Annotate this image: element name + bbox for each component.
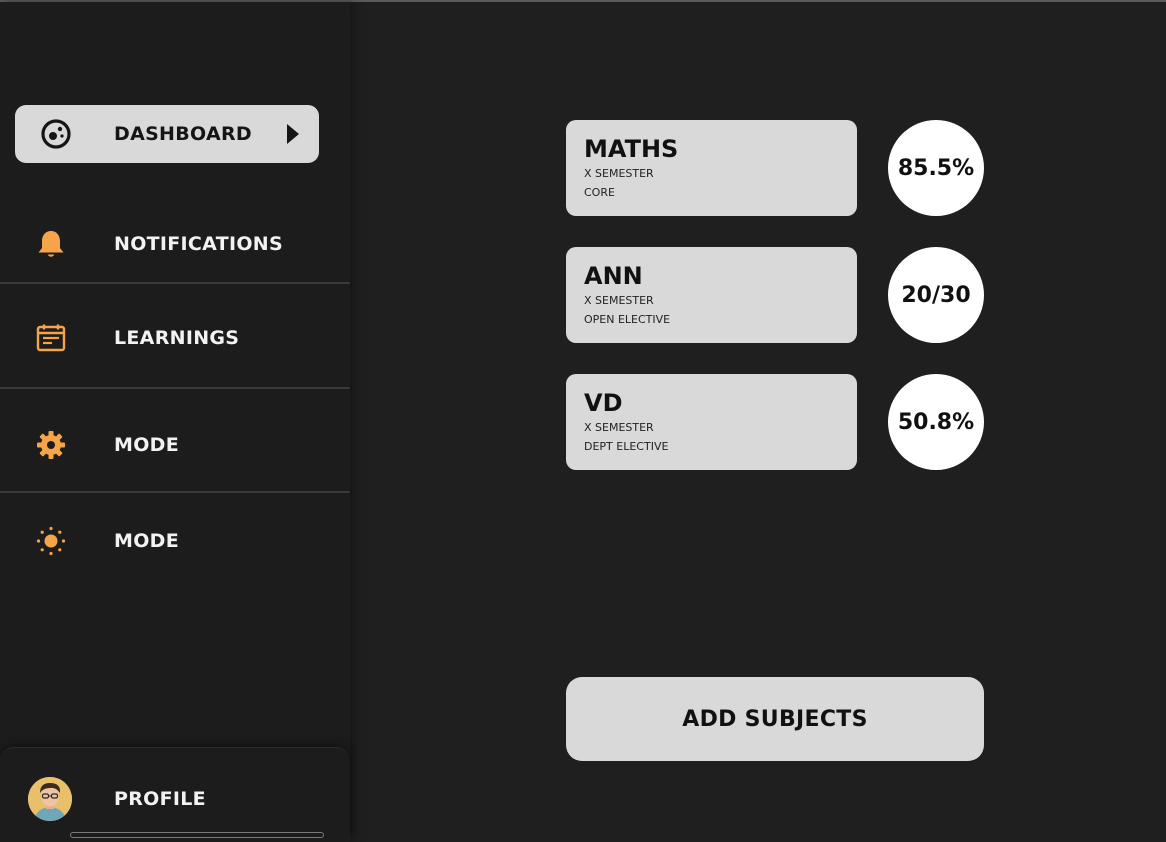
subject-type: CORE bbox=[584, 186, 615, 199]
sidebar-item-label: DASHBOARD bbox=[114, 123, 252, 145]
avatar[interactable] bbox=[28, 777, 72, 821]
bell-icon bbox=[34, 227, 68, 261]
subject-card-vd[interactable]: VD X SEMESTER DEPT ELECTIVE bbox=[566, 374, 857, 470]
sidebar: DASHBOARD NOTIFICATIONS LEARNINGS MODE M… bbox=[0, 2, 350, 842]
sidebar-item-learnings[interactable]: LEARNINGS bbox=[0, 318, 350, 358]
subject-name: MATHS bbox=[584, 135, 679, 163]
gear-icon bbox=[34, 428, 68, 462]
sidebar-item-dashboard[interactable]: DASHBOARD bbox=[15, 105, 319, 163]
caret-right-icon bbox=[287, 124, 299, 144]
subject-card-ann[interactable]: ANN X SEMESTER OPEN ELECTIVE bbox=[566, 247, 857, 343]
subject-type: OPEN ELECTIVE bbox=[584, 313, 671, 326]
divider bbox=[0, 282, 350, 284]
sidebar-item-label: NOTIFICATIONS bbox=[114, 233, 283, 255]
sidebar-item-notifications[interactable]: NOTIFICATIONS bbox=[0, 224, 350, 264]
sidebar-item-mode-settings[interactable]: MODE bbox=[0, 425, 350, 465]
subject-semester: X SEMESTER bbox=[584, 294, 654, 307]
subject-name: ANN bbox=[584, 262, 643, 290]
divider bbox=[0, 491, 350, 493]
dashboard-gauge-icon bbox=[39, 117, 73, 151]
sidebar-item-label: PROFILE bbox=[114, 788, 206, 810]
sidebar-item-label: LEARNINGS bbox=[114, 327, 240, 349]
add-subjects-button[interactable]: ADD SUBJECTS bbox=[566, 677, 984, 761]
sidebar-item-label: MODE bbox=[114, 434, 180, 456]
subject-name: VD bbox=[584, 389, 623, 417]
subject-card-maths[interactable]: MATHS X SEMESTER CORE bbox=[566, 120, 857, 216]
subject-score-badge: 50.8% bbox=[888, 374, 984, 470]
subject-semester: X SEMESTER bbox=[584, 421, 654, 434]
sidebar-item-label: MODE bbox=[114, 530, 180, 552]
subject-score-badge: 85.5% bbox=[888, 120, 984, 216]
horizontal-scrollbar[interactable] bbox=[70, 832, 324, 838]
calendar-list-icon bbox=[34, 321, 68, 355]
sun-icon bbox=[34, 524, 68, 558]
subject-semester: X SEMESTER bbox=[584, 167, 654, 180]
divider bbox=[0, 387, 350, 389]
subject-score-badge: 20/30 bbox=[888, 247, 984, 343]
subject-type: DEPT ELECTIVE bbox=[584, 440, 669, 453]
sidebar-item-mode-theme[interactable]: MODE bbox=[0, 521, 350, 561]
sidebar-item-profile[interactable]: PROFILE bbox=[0, 747, 350, 842]
